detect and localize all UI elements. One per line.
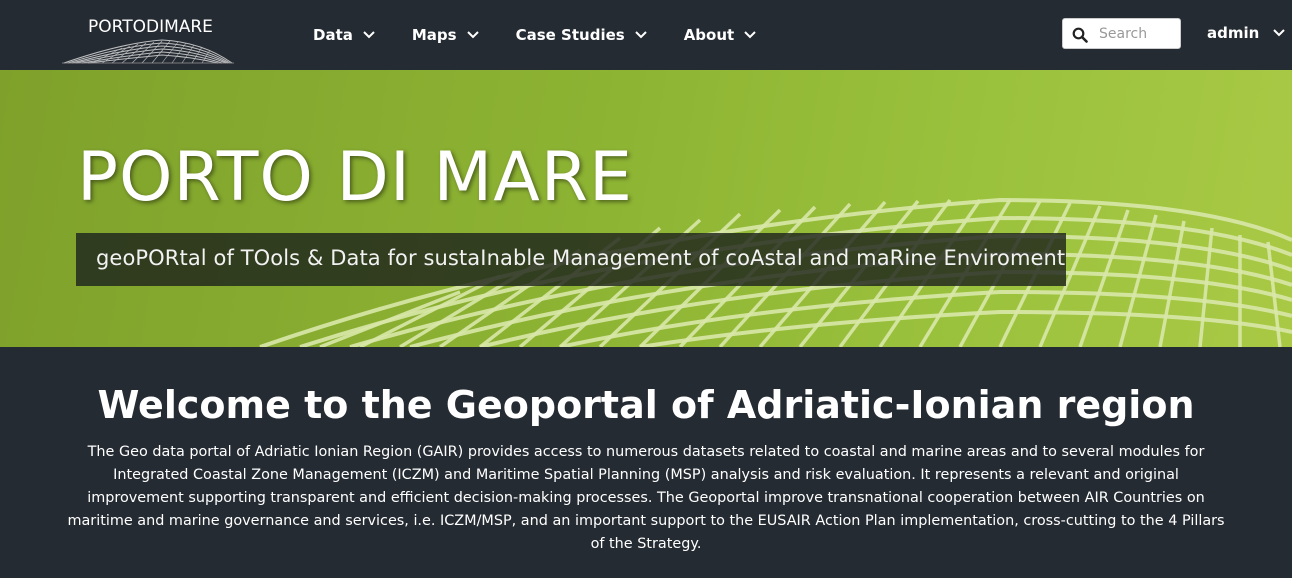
nav-item-maps[interactable]: Maps xyxy=(412,26,480,44)
main-nav: Data Maps Case Studies About xyxy=(313,0,793,70)
hero-banner: PORTO DI MARE geoPORtal of TOols & Data … xyxy=(0,70,1292,347)
logo-wave-graphic xyxy=(62,39,234,64)
nav-item-case-studies[interactable]: Case Studies xyxy=(516,26,648,44)
hero-title: PORTO DI MARE xyxy=(77,138,633,217)
logo-text: PORTODIMARE xyxy=(88,17,213,37)
chevron-down-icon xyxy=(466,31,479,39)
nav-item-data[interactable]: Data xyxy=(313,26,376,44)
top-navbar: PORTODIMARE Data Maps Case Studies About… xyxy=(0,0,1292,70)
nav-item-label: Data xyxy=(313,26,353,44)
search-icon[interactable] xyxy=(1072,27,1088,43)
hero-subtitle: geoPORtal of TOols & Data for sustaInabl… xyxy=(96,246,1066,270)
user-menu-label: admin xyxy=(1207,24,1260,42)
search-box[interactable] xyxy=(1062,18,1181,49)
chevron-down-icon xyxy=(363,31,375,39)
chevron-down-icon xyxy=(744,31,756,39)
welcome-title: Welcome to the Geoportal of Adriatic-Ion… xyxy=(97,383,1195,427)
site-logo[interactable]: PORTODIMARE xyxy=(62,8,234,66)
welcome-description: The Geo data portal of Adriatic Ionian R… xyxy=(67,444,1225,552)
chevron-down-icon xyxy=(1273,29,1286,37)
chevron-down-icon xyxy=(634,31,647,39)
nav-item-label: Case Studies xyxy=(515,26,625,44)
nav-item-label: About xyxy=(683,26,735,44)
nav-item-label: Maps xyxy=(411,26,457,44)
search-input[interactable] xyxy=(1099,24,1177,44)
nav-item-about[interactable]: About xyxy=(684,26,758,44)
user-menu[interactable]: admin xyxy=(1207,24,1286,42)
hero-subtitle-box: geoPORtal of TOols & Data for sustaInabl… xyxy=(76,233,1066,286)
